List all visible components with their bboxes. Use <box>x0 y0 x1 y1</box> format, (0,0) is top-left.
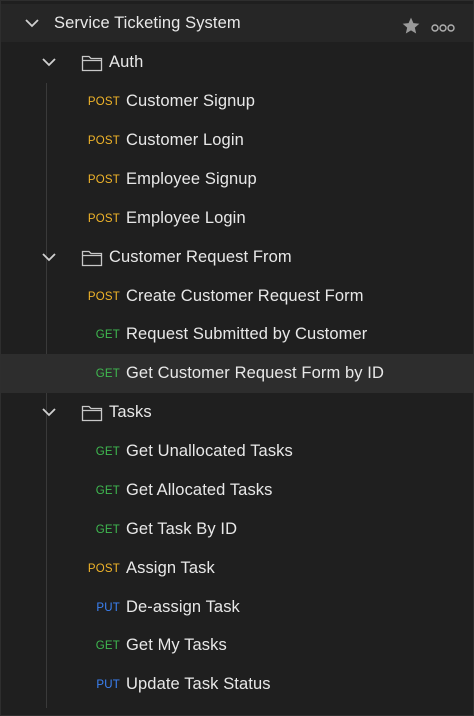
folder-icon <box>81 54 103 72</box>
request-item[interactable]: GET Get Allocated Tasks <box>1 471 473 510</box>
request-name: Customer Login <box>126 131 244 149</box>
request-item[interactable]: POST Customer Signup <box>1 82 473 121</box>
chevron-down-icon[interactable] <box>41 250 57 266</box>
method-badge: GET <box>95 367 120 380</box>
chevron-down-icon[interactable] <box>41 55 57 71</box>
request-item[interactable]: POST Create Customer Request Form <box>1 277 473 316</box>
folder-name: Customer Request From <box>109 248 292 266</box>
method-badge: POST <box>87 212 120 225</box>
request-item[interactable]: GET Get My Tasks <box>1 626 473 665</box>
folder-customer-request-from[interactable]: Customer Request From <box>1 238 473 277</box>
request-item[interactable]: GET Get Task By ID <box>1 510 473 549</box>
folder-auth[interactable]: Auth <box>1 43 473 82</box>
request-name: Get Customer Request Form by ID <box>126 364 385 382</box>
request-item[interactable]: PUT Update Task Status <box>1 665 473 704</box>
request-item[interactable]: GET Request Submitted by Customer <box>1 315 473 354</box>
request-name: Get Unallocated Tasks <box>126 442 293 460</box>
request-item[interactable]: POST Employee Signup <box>1 160 473 199</box>
star-icon[interactable] <box>401 16 421 36</box>
request-item[interactable]: GET Get Unallocated Tasks <box>1 432 473 471</box>
method-badge: POST <box>87 95 120 108</box>
request-name: De-assign Task <box>126 598 240 616</box>
collection-name: Service Ticketing System <box>54 13 241 32</box>
method-badge: GET <box>95 523 120 536</box>
chevron-down-icon[interactable] <box>24 15 40 31</box>
method-badge: GET <box>95 484 120 497</box>
request-item-selected[interactable]: GET Get Customer Request Form by ID <box>1 354 473 393</box>
collection-row[interactable]: Service Ticketing System <box>1 4 473 42</box>
request-name: Get Allocated Tasks <box>126 481 273 499</box>
request-name: Update Task Status <box>126 675 271 693</box>
method-badge: POST <box>87 562 120 575</box>
method-badge: POST <box>87 290 120 303</box>
request-name: Employee Login <box>126 209 246 227</box>
method-badge: POST <box>87 134 120 147</box>
request-item[interactable]: POST Employee Login <box>1 199 473 238</box>
method-badge: POST <box>87 173 120 186</box>
collection-sidebar: Service Ticketing System Auth POST Custo… <box>0 0 474 716</box>
request-name: Customer Signup <box>126 92 255 110</box>
method-badge: GET <box>95 328 120 341</box>
folder-tasks[interactable]: Tasks <box>1 393 473 432</box>
request-item[interactable]: POST Assign Task <box>1 549 473 588</box>
request-name: Employee Signup <box>126 170 257 188</box>
folder-icon <box>81 404 103 422</box>
request-name: Get Task By ID <box>126 520 238 538</box>
request-name: Assign Task <box>126 559 215 577</box>
request-item[interactable]: PUT De-assign Task <box>1 588 473 627</box>
method-badge: PUT <box>96 601 120 614</box>
request-item[interactable]: POST Customer Login <box>1 121 473 160</box>
method-badge: GET <box>95 639 120 652</box>
folder-name: Tasks <box>109 403 152 421</box>
more-options-icon[interactable] <box>431 20 455 32</box>
request-name: Create Customer Request Form <box>126 287 364 305</box>
method-badge: GET <box>95 445 120 458</box>
request-name: Request Submitted by Customer <box>126 325 368 343</box>
folder-icon <box>81 249 103 267</box>
folder-name: Auth <box>109 53 144 71</box>
request-name: Get My Tasks <box>126 636 227 654</box>
chevron-down-icon[interactable] <box>41 405 57 421</box>
method-badge: PUT <box>96 678 120 691</box>
